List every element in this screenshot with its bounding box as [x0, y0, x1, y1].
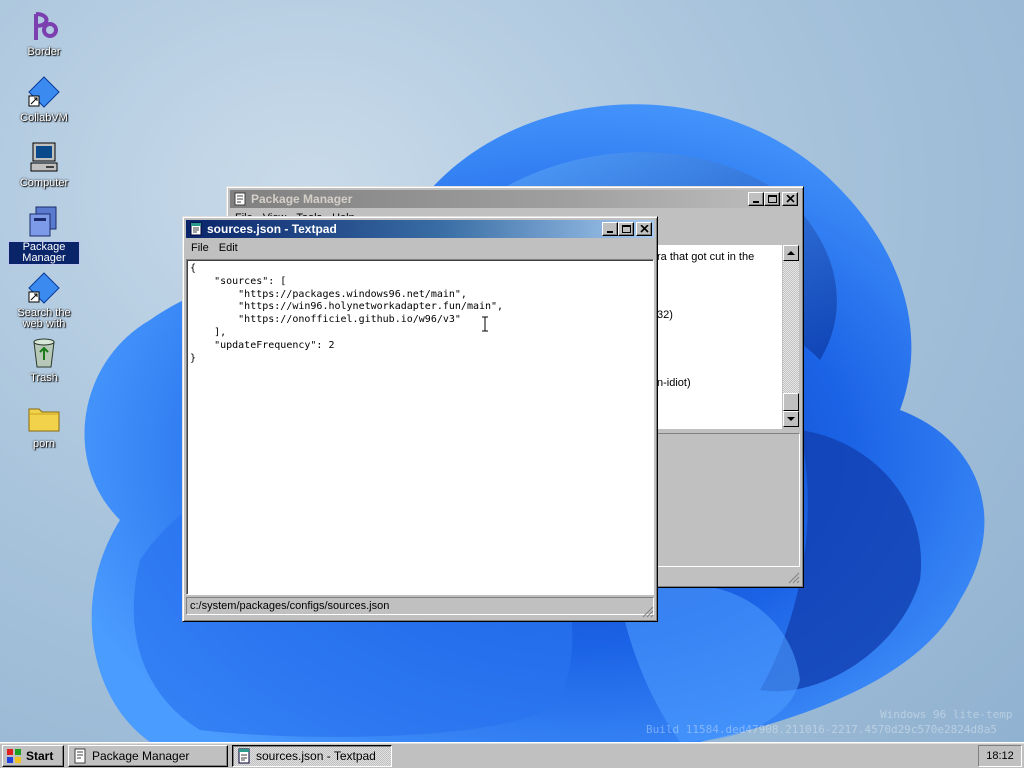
desktop-icon-label: Search the web with Bing: [17, 308, 71, 330]
computer-icon: [30, 142, 58, 172]
desktop-icon-computer[interactable]: Computer: [8, 139, 80, 189]
desktop-icon-border[interactable]: Border: [8, 8, 80, 58]
textpad-title: sources.json - Textpad: [207, 222, 337, 236]
text-cursor-icon: [482, 316, 488, 332]
package-manager-title: Package Manager: [251, 192, 353, 206]
start-label: Start: [26, 749, 54, 763]
trash-icon: [33, 338, 55, 368]
textpad-window[interactable]: sources.json - Textpad File Edit { "sour…: [182, 216, 658, 622]
package-manager-task-icon: [74, 748, 86, 764]
border-app-icon: [34, 12, 58, 40]
windows-logo-icon: [7, 749, 21, 763]
close-button[interactable]: [636, 222, 652, 236]
textpad-statusbar: c:/system/packages/configs/sources.json: [186, 597, 654, 615]
textpad-task-icon: [238, 748, 250, 764]
scroll-down-button[interactable]: [783, 411, 799, 427]
textpad-titlebar[interactable]: sources.json - Textpad: [186, 220, 654, 238]
minimize-button[interactable]: [748, 192, 764, 206]
folder-icon: [28, 408, 60, 432]
desktop-icon-label: Border: [27, 46, 61, 58]
desktop-icon-label: Package Manager: [8, 241, 80, 265]
file-path: c:/system/packages/configs/sources.json: [190, 600, 390, 612]
start-button[interactable]: Start: [2, 745, 64, 767]
package-manager-titlebar[interactable]: Package Manager: [230, 190, 800, 208]
package-description-fragment: ra that got cut in the: [657, 251, 755, 263]
taskbar: Start Package Manager sources.json - Tex…: [0, 742, 1024, 768]
resize-grip-icon[interactable]: [788, 572, 800, 584]
textpad-editor[interactable]: { "sources": [ "https://packages.windows…: [186, 259, 654, 595]
desktop-icon-label: Trash: [30, 372, 58, 384]
build-watermark-line2: Build 11584.ded47908.211016-2217.4570d29…: [646, 723, 997, 736]
desktop-icon-label: Computer: [19, 177, 69, 189]
package-manager-icon: [29, 206, 57, 237]
package-manager-title-icon: [234, 192, 246, 206]
maximize-button[interactable]: [618, 222, 634, 236]
bing-shortcut-icon: [28, 272, 60, 304]
package-description-fragment: n-idiot): [657, 377, 691, 389]
minimize-button[interactable]: [602, 222, 618, 236]
desktop-icon-bing[interactable]: Search the web with Bing: [8, 270, 80, 333]
package-list[interactable]: ra that got cut in the 32) n-idiot): [647, 245, 782, 429]
editor-content: { "sources": [ "https://packages.windows…: [190, 263, 504, 364]
package-description-fragment: 32): [657, 309, 673, 321]
resize-grip-icon[interactable]: [642, 606, 654, 618]
desktop-icon-label: CollabVM: [20, 112, 68, 124]
scroll-up-button[interactable]: [783, 245, 799, 261]
maximize-button[interactable]: [764, 192, 780, 206]
menu-edit[interactable]: Edit: [214, 242, 243, 254]
close-button[interactable]: [782, 192, 798, 206]
desktop-icon-collabvm[interactable]: CollabVM: [8, 74, 80, 124]
taskbar-item-label: Package Manager: [92, 749, 190, 763]
package-list-scrollbar[interactable]: [783, 245, 799, 427]
system-clock[interactable]: 18:12: [978, 745, 1022, 767]
desktop-icon-folder[interactable]: porn: [8, 400, 80, 450]
package-details-pane: [657, 433, 800, 567]
desktop-icon-label: porn: [32, 438, 56, 450]
menu-file[interactable]: File: [186, 242, 214, 254]
taskbar-item-package-manager[interactable]: Package Manager: [68, 745, 228, 767]
build-watermark-line1: Windows 96 lite-temp: [880, 708, 1013, 721]
textpad-menubar: File Edit: [186, 239, 654, 257]
taskbar-item-textpad[interactable]: sources.json - Textpad: [232, 745, 392, 767]
desktop-icon-package-manager[interactable]: Package Manager: [8, 204, 80, 265]
desktop-icon-trash[interactable]: Trash: [8, 334, 80, 384]
collabvm-shortcut-icon: [28, 76, 60, 108]
textpad-title-icon: [190, 222, 202, 236]
clock-time: 18:12: [986, 750, 1014, 762]
scroll-thumb[interactable]: [783, 393, 799, 411]
taskbar-item-label: sources.json - Textpad: [256, 749, 376, 763]
